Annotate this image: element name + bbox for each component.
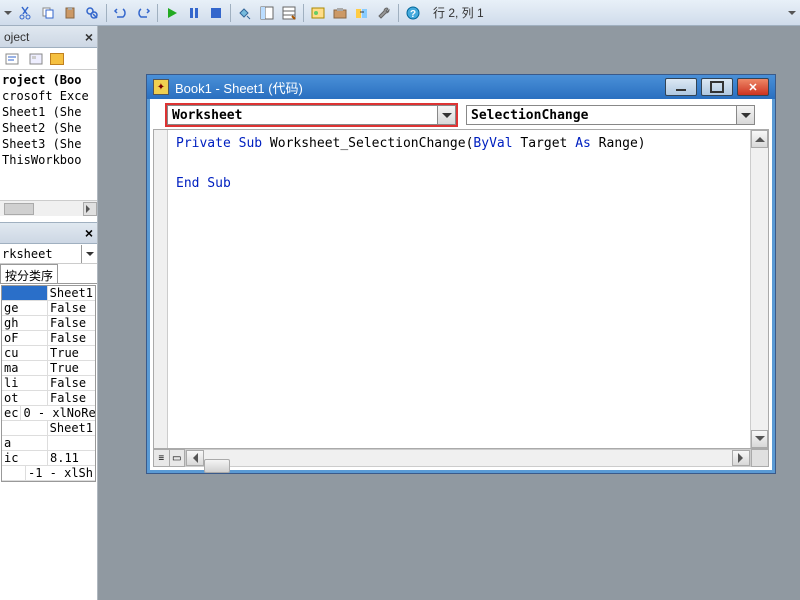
properties-selected-text: rksheet (0, 247, 81, 261)
view-object-icon[interactable] (26, 49, 46, 69)
code-window[interactable]: ✦ Book1 - Sheet1 (代码) Worksheet Selectio… (146, 74, 776, 474)
run-icon[interactable] (162, 3, 182, 23)
code-area: Private Sub Worksheet_SelectionChange(By… (153, 129, 769, 449)
scroll-left-icon[interactable] (186, 450, 204, 466)
cut-icon[interactable] (16, 3, 36, 23)
code-editor[interactable]: Private Sub Worksheet_SelectionChange(By… (168, 130, 750, 448)
object-dropdown-text: Worksheet (168, 108, 437, 123)
tab-categorized[interactable]: 按分类序 (0, 264, 58, 283)
stop-icon[interactable] (206, 3, 226, 23)
property-row: geFalse (2, 301, 95, 316)
property-row: maTrue (2, 361, 95, 376)
property-row: a (2, 436, 95, 451)
tree-project-node[interactable]: roject (Boo (0, 72, 97, 88)
properties-close-icon[interactable]: × (85, 225, 93, 241)
maximize-button[interactable] (701, 78, 733, 96)
properties-tabs: 按分类序 (0, 264, 97, 284)
toolbar-overflow-icon[interactable] (786, 3, 798, 23)
project-tree-toolbar (0, 48, 97, 70)
tree-item[interactable]: ThisWorkboo (0, 152, 97, 168)
code-gutter (154, 130, 168, 448)
module-icon: ✦ (153, 79, 169, 95)
pause-icon[interactable] (184, 3, 204, 23)
procedure-view-icon[interactable]: ≡ (154, 450, 170, 466)
tree-item[interactable]: Sheet1 (She (0, 104, 97, 120)
property-row: -1 - xlSh (2, 466, 95, 481)
resize-grip[interactable] (751, 449, 769, 467)
full-module-view-icon[interactable]: ▭ (170, 450, 185, 466)
code-window-title: Book1 - Sheet1 (代码) (175, 78, 303, 97)
redo-icon[interactable] (133, 3, 153, 23)
property-row: oFFalse (2, 331, 95, 346)
design-mode-icon[interactable] (235, 3, 255, 23)
property-row: cuTrue (2, 346, 95, 361)
code-vscroll[interactable] (750, 130, 768, 448)
code-hscroll[interactable] (185, 449, 751, 467)
properties-grid[interactable]: Sheet1 geFalse ghFalse oFFalse cuTrue ma… (1, 285, 96, 482)
scroll-down-icon[interactable] (751, 430, 768, 448)
property-row: Sheet1 (2, 286, 95, 301)
chevron-down-icon[interactable] (736, 106, 754, 124)
view-mode-buttons: ≡ ▭ (153, 449, 185, 467)
project-hscroll[interactable] (0, 200, 97, 216)
scroll-right-icon[interactable] (732, 450, 750, 466)
project-pane-title: oject × (0, 26, 97, 48)
code-dropdown-row: Worksheet SelectionChange (147, 101, 775, 125)
references-icon[interactable] (352, 3, 372, 23)
copy-icon[interactable] (38, 3, 58, 23)
properties-pane-title: × (0, 222, 97, 244)
close-button[interactable] (737, 78, 769, 96)
scroll-right-icon[interactable] (83, 202, 97, 216)
cursor-position: 行 2, 列 1 (433, 4, 784, 21)
tree-folder-node[interactable]: crosoft Exce (0, 88, 97, 104)
property-row: ec0 - xlNoRe (2, 406, 95, 421)
dropdown-icon[interactable] (81, 245, 97, 263)
code-window-titlebar[interactable]: ✦ Book1 - Sheet1 (代码) (147, 75, 775, 99)
scrollbar-thumb[interactable] (4, 203, 34, 215)
property-row: otFalse (2, 391, 95, 406)
object-browser-icon[interactable] (308, 3, 328, 23)
procedure-dropdown-text: SelectionChange (467, 108, 736, 123)
paste-icon[interactable] (60, 3, 80, 23)
mdi-area: ✦ Book1 - Sheet1 (代码) Worksheet Selectio… (98, 26, 800, 600)
chevron-down-icon[interactable] (437, 106, 455, 124)
scrollbar-thumb[interactable] (204, 459, 230, 473)
undo-icon[interactable] (111, 3, 131, 23)
property-row: ic8.11 (2, 451, 95, 466)
svg-text:?: ? (410, 9, 416, 20)
scroll-up-icon[interactable] (751, 130, 768, 148)
code-bottom-bar: ≡ ▭ (153, 449, 769, 467)
property-row: ghFalse (2, 316, 95, 331)
scrollbar-track[interactable] (751, 148, 768, 430)
object-dropdown[interactable]: Worksheet (167, 105, 456, 125)
properties-icon[interactable] (279, 3, 299, 23)
main-toolbar: ? 行 2, 列 1 (0, 0, 800, 26)
help-icon[interactable]: ? (403, 3, 423, 23)
property-row: Sheet1 (2, 421, 95, 436)
folder-toggle-icon[interactable] (50, 53, 64, 65)
property-row: liFalse (2, 376, 95, 391)
view-code-icon[interactable] (2, 49, 22, 69)
tools-icon[interactable] (374, 3, 394, 23)
toolbar-dropdown-icon[interactable] (2, 3, 14, 23)
project-pane-label: oject (4, 30, 29, 44)
minimize-button[interactable] (665, 78, 697, 96)
find-icon[interactable] (82, 3, 102, 23)
left-panel: oject × roject (Boo crosoft Exce Sheet1 … (0, 26, 98, 600)
properties-object-selector[interactable]: rksheet (0, 244, 97, 264)
toolbox-icon[interactable] (330, 3, 350, 23)
project-tree[interactable]: roject (Boo crosoft Exce Sheet1 (She She… (0, 70, 97, 170)
project-close-icon[interactable]: × (85, 29, 93, 45)
tree-item[interactable]: Sheet2 (She (0, 120, 97, 136)
project-explorer-icon[interactable] (257, 3, 277, 23)
tree-item[interactable]: Sheet3 (She (0, 136, 97, 152)
procedure-dropdown[interactable]: SelectionChange (466, 105, 755, 125)
